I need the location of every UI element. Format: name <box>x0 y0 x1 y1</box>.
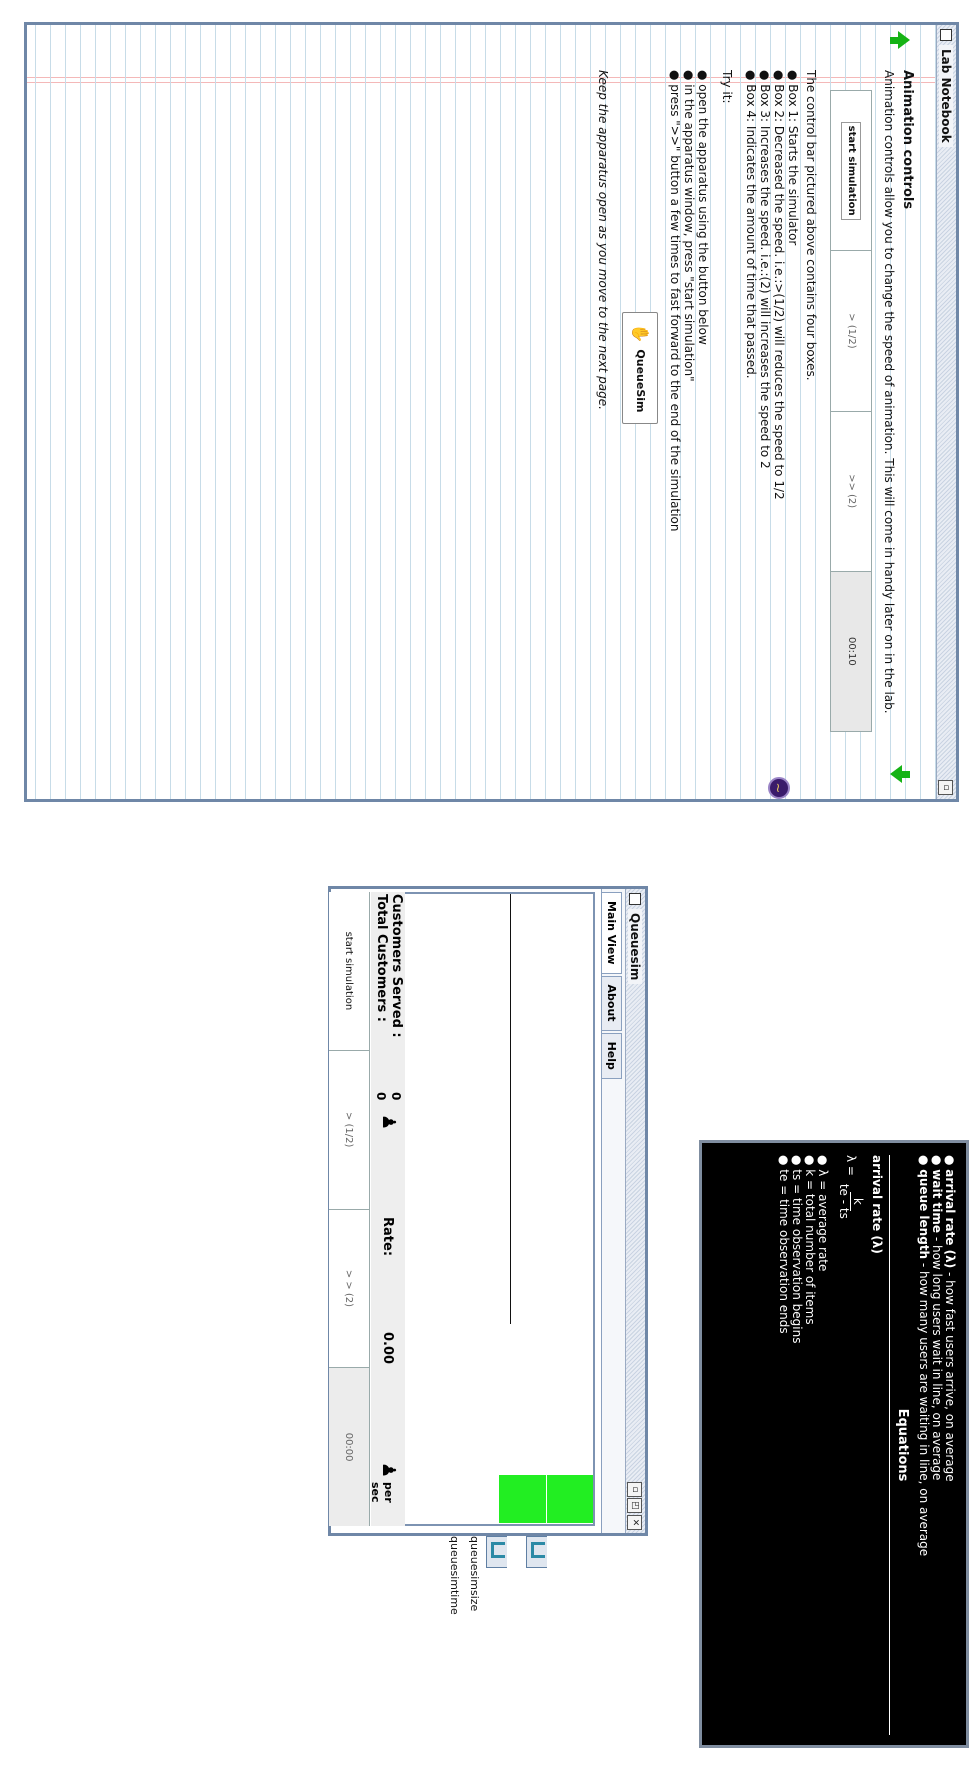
equations-content: ● arrival rate (λ) - how fast users arri… <box>777 1155 957 1735</box>
formula: λ = k te - ts <box>837 1155 865 1219</box>
next-page-icon-stem[interactable] <box>902 771 910 778</box>
person-icon: ♟ <box>378 1114 399 1131</box>
list-item: Box 4: Indicates the amount of time that… <box>744 70 758 730</box>
divider <box>889 1155 890 1735</box>
lab-notebook-window: Lab Notebook ▫ ~ Animation controls Anim… <box>24 22 959 802</box>
rate-value: 0.00 <box>380 1332 395 1365</box>
footer-note: Keep the apparatus open as you move to t… <box>596 70 610 410</box>
equation-subtitle: arrival rate (λ) <box>870 1155 884 1254</box>
list-item: Box 2: Decreased the speed. i.e.:>(1/2) … <box>772 70 786 730</box>
notebook-paper: ~ Animation controls Animation controls … <box>27 25 936 799</box>
next-page-icon[interactable] <box>890 765 902 783</box>
elapsed-time: 00:00 <box>329 1368 369 1526</box>
description-text: The control bar pictured above contains … <box>804 70 818 381</box>
pictured-start-box: start simulation <box>831 91 871 252</box>
definition-item: ● λ = average rate <box>816 1155 830 1272</box>
queuesimsize-tab[interactable] <box>526 1536 547 1568</box>
served-label: Customers Served : <box>389 894 404 1038</box>
queuesim-icon: ✋ <box>631 323 650 344</box>
tab-main-view[interactable]: Main View <box>602 892 622 974</box>
list-item: press ">>" button a few times to fast fo… <box>668 70 682 730</box>
previous-page-icon[interactable] <box>898 31 910 49</box>
intro-text: Animation controls allow you to change t… <box>882 70 896 714</box>
rate-unit: per sec <box>369 1482 395 1503</box>
window-icon <box>629 893 642 905</box>
equations-panel: ● arrival rate (λ) - how fast users arri… <box>699 1140 969 1748</box>
simulation-canvas <box>401 892 595 1526</box>
restore-icon[interactable]: ▫ <box>627 1482 642 1497</box>
equations-title: Equations <box>895 1408 910 1482</box>
pictured-time-box: 00:10 <box>831 571 871 731</box>
queuesim-tabs: Main View About Help <box>601 889 625 1533</box>
queuesimtime-tab[interactable] <box>486 1536 507 1568</box>
server-box <box>499 1474 546 1523</box>
box-list: Box 1: Starts the simulator Box 2: Decre… <box>744 70 800 730</box>
total-value: 0 <box>374 1092 388 1101</box>
queuesim-title: Queuesim <box>628 909 643 985</box>
definition-item: ● te = time observation ends <box>777 1155 791 1334</box>
queuesim-button-label: QueueSim <box>634 349 647 413</box>
globe-icon[interactable]: ~ <box>768 777 790 799</box>
previous-page-icon-stem[interactable] <box>890 37 898 44</box>
pictured-fast-box: >> (2) <box>831 411 871 572</box>
server-box <box>547 1474 593 1523</box>
tab-help[interactable]: Help <box>602 1032 622 1079</box>
definition-item: ● ts = time observation begins <box>790 1155 804 1344</box>
total-label: Total Customers : <box>374 894 389 1022</box>
try-it-label: Try it: <box>720 70 734 104</box>
list-item: open the apparatus using the button belo… <box>696 70 710 730</box>
queuesim-window: Queuesim ▫ ◰ ✕ Main View About Help Cust… <box>328 886 648 1536</box>
start-simulation-button[interactable]: start simulation <box>329 892 369 1051</box>
rate-label: Rate: <box>380 1217 395 1257</box>
queuesimsize-label: queuesimsize <box>468 1536 481 1612</box>
queuesim-control-bar: start simulation > (1/2) > > (2) 00:00 <box>329 892 370 1526</box>
maximize-icon[interactable]: ◰ <box>627 1498 642 1513</box>
side-tabs: queuesimsize queuesimtime <box>437 1536 547 1616</box>
steps-list: open the apparatus using the button belo… <box>668 70 710 730</box>
pictured-control-bar: start simulation > (1/2) >> (2) 00:10 <box>830 90 872 732</box>
pictured-slow-box: > (1/2) <box>831 251 871 412</box>
slow-down-button[interactable]: > (1/2) <box>329 1050 369 1210</box>
definition-item: ● arrival rate (λ) - how fast users arri… <box>943 1155 957 1482</box>
queue-line <box>510 894 511 1324</box>
close-icon[interactable]: ✕ <box>627 1515 642 1530</box>
tab-about[interactable]: About <box>602 975 622 1031</box>
page-heading: Animation controls <box>900 70 915 210</box>
notebook-titlebar[interactable]: Lab Notebook <box>936 25 956 799</box>
stats-panel: Customers Served : 0 Total Customers : 0… <box>369 892 405 1526</box>
definition-item: ● queue length - how many users are wait… <box>917 1155 931 1557</box>
queuesimtime-label: queuesimtime <box>448 1536 461 1615</box>
definition-item: ● wait time - how long users wait in lin… <box>930 1155 944 1481</box>
window-icon <box>940 29 953 41</box>
definition-item: ● k = total number of items <box>803 1155 817 1325</box>
notebook-content: Animation controls Animation controls al… <box>592 70 915 732</box>
served-value: 0 <box>389 1092 403 1101</box>
person-icon: ♟ <box>378 1462 399 1479</box>
list-item: in the apparatus window, press "start si… <box>682 70 696 730</box>
queuesim-titlebar[interactable]: Queuesim <box>625 889 645 1533</box>
restore-icon[interactable]: ▫ <box>938 780 953 795</box>
desktop: Lab Notebook ▫ ~ Animation controls Anim… <box>0 0 979 1771</box>
queuesim-launch-button[interactable]: ✋ QueueSim <box>622 312 658 424</box>
list-item: Box 1: Starts the simulator <box>786 70 800 730</box>
speed-up-button[interactable]: > > (2) <box>329 1209 369 1369</box>
notebook-title: Lab Notebook <box>939 45 954 147</box>
list-item: Box 3: Increases the speed. i.e.:(2) wil… <box>758 70 772 730</box>
